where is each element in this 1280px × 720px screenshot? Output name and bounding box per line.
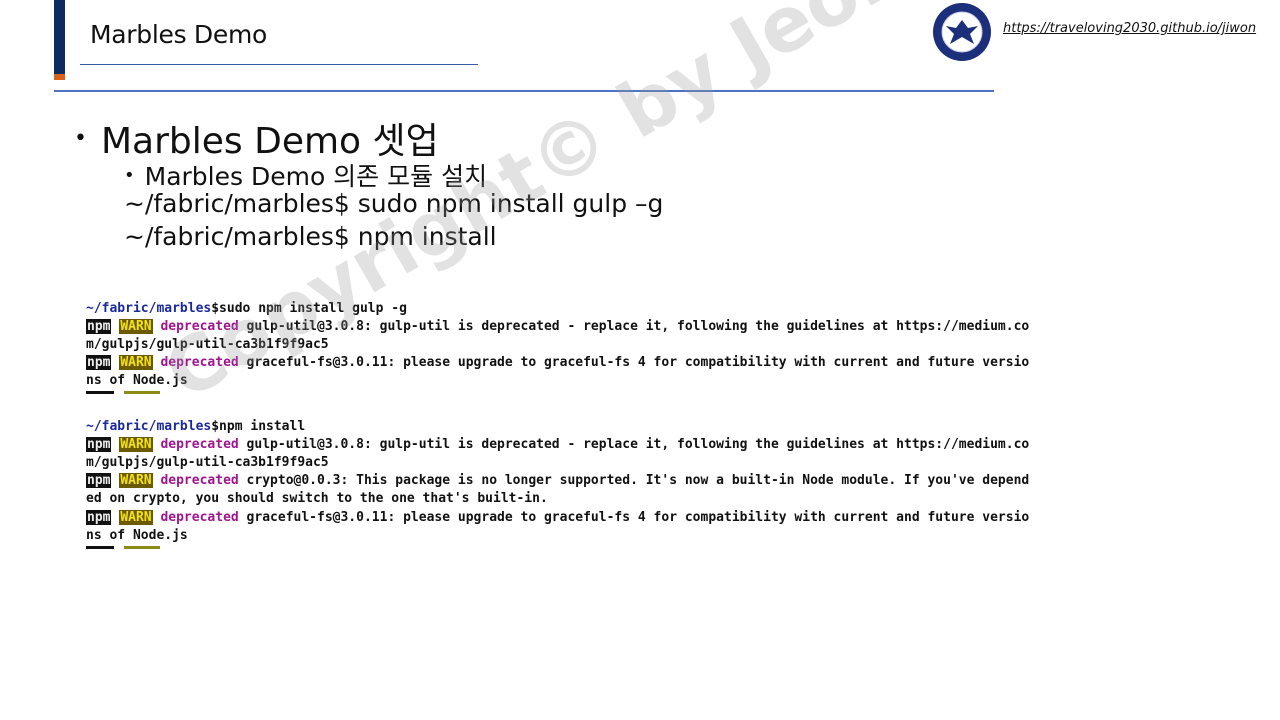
terminal-underline: [124, 546, 160, 549]
header-rule: [54, 90, 994, 92]
accent-bar-tip: [54, 74, 65, 80]
university-seal-logo: [933, 3, 991, 61]
terminal-warning-line: npm WARN deprecated crypto@0.0.3: This p…: [86, 473, 1030, 488]
terminal-underline: [86, 546, 114, 549]
sub-bullet: • Marbles Demo 의존 모듈 설치: [124, 157, 487, 193]
terminal-prompt-2: ~/fabric/marbles$npm install: [86, 419, 306, 434]
slide-title: Marbles Demo: [90, 20, 268, 49]
terminal-warning-cont: m/gulpjs/gulp-util-ca3b1f9f9ac5: [86, 337, 329, 352]
title-underline: [80, 64, 478, 65]
terminal-warning-line: npm WARN deprecated graceful-fs@3.0.11: …: [86, 355, 1030, 370]
terminal-warning-cont: ns of Node.js: [86, 373, 188, 388]
terminal-screenshot: ~/fabric/marbles$sudo npm install gulp -…: [86, 296, 1182, 556]
command-line-1: ~/fabric/marbles$ sudo npm install gulp …: [124, 189, 664, 218]
terminal-warning-cont: m/gulpjs/gulp-util-ca3b1f9f9ac5: [86, 455, 329, 470]
command-line-2: ~/fabric/marbles$ npm install: [124, 222, 497, 251]
terminal-underline: [86, 391, 114, 394]
sub-bullet-text: Marbles Demo 의존 모듈 설치: [144, 162, 488, 191]
terminal-warning-cont: ed on crypto, you should switch to the o…: [86, 491, 548, 506]
terminal-warning-line: npm WARN deprecated graceful-fs@3.0.11: …: [86, 510, 1030, 525]
bullet-dot-icon: •: [124, 164, 135, 186]
site-link[interactable]: https://traveloving2030.github.io/jiwon: [1003, 21, 1256, 36]
terminal-warning-line: npm WARN deprecated gulp-util@3.0.8: gul…: [86, 437, 1030, 452]
terminal-underline: [124, 391, 160, 394]
terminal-warning-cont: ns of Node.js: [86, 528, 188, 543]
terminal-warning-line: npm WARN deprecated gulp-util@3.0.8: gul…: [86, 319, 1030, 334]
terminal-prompt-1: ~/fabric/marbles$sudo npm install gulp -…: [86, 301, 407, 316]
accent-bar: [54, 0, 65, 80]
bullet-dot-icon: •: [74, 125, 87, 151]
